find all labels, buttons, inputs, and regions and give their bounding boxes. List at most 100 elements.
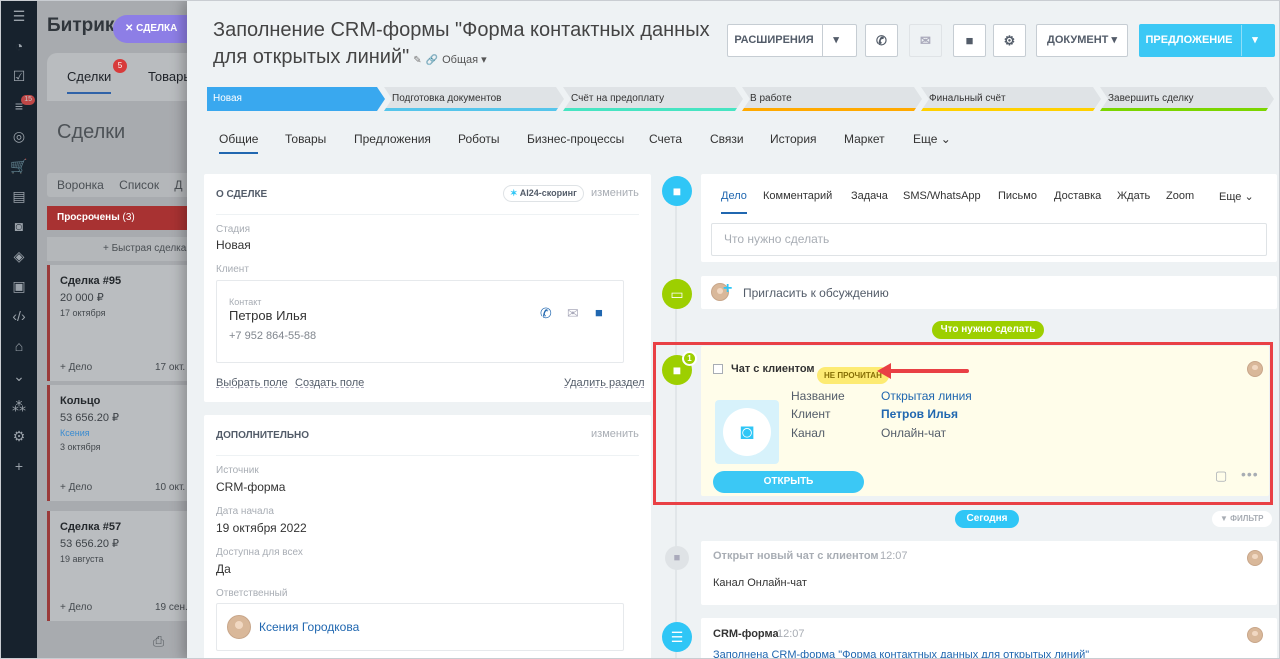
start-date-value[interactable]: 19 октября 2022 [216, 521, 307, 535]
stage-prepay[interactable]: Счёт на предоплату [563, 87, 743, 111]
event-link[interactable]: Заполнена CRM-форма "Форма контактных да… [713, 649, 1089, 658]
robot-icon[interactable]: ◙ [1, 211, 37, 241]
chevron-circle-icon[interactable]: ⌄ [1, 361, 37, 391]
mail-button[interactable]: ✉ [909, 24, 942, 57]
tab-comment[interactable]: Комментарий [763, 190, 832, 202]
tab-sms[interactable]: SMS/WhatsApp [903, 190, 981, 202]
tab-delivery[interactable]: Доставка [1054, 190, 1101, 202]
chat-button[interactable]: ■ [953, 24, 986, 57]
plus-icon[interactable]: + [723, 280, 732, 298]
contacts-icon[interactable]: ▤ [1, 181, 37, 211]
chevron-down-icon[interactable]: ▾ [821, 25, 850, 56]
menu-icon[interactable]: ☰ [1, 1, 37, 31]
plus-icon[interactable]: + [1, 451, 37, 481]
ai-scoring-button[interactable]: ✶ AI24-скоринг [503, 185, 584, 202]
avatar[interactable] [227, 615, 251, 639]
activity-editor: Дело Комментарий Задача SMS/WhatsApp Пис… [701, 174, 1277, 262]
quick-deal-button[interactable]: + Быстрая сделка [47, 237, 197, 261]
client-value[interactable]: Петров Илья [881, 407, 958, 421]
box-icon[interactable]: ▣ [1, 271, 37, 301]
about-edit-link[interactable]: изменить [591, 187, 639, 199]
delete-section-link[interactable]: Удалить раздел [564, 377, 645, 389]
tab-general[interactable]: Общие [219, 132, 259, 154]
open-chat-button[interactable]: ОТКРЫТЬ [713, 471, 864, 493]
tab-task[interactable]: Задача [851, 190, 888, 202]
avatar[interactable] [1247, 361, 1263, 377]
offer-button[interactable]: ПРЕДЛОЖЕНИЕ ▾ [1139, 24, 1275, 57]
name-value[interactable]: Открытая линия [881, 389, 972, 403]
link-icon[interactable]: 🔗 [426, 55, 438, 66]
tab-more[interactable]: Еще ⌄ [1219, 190, 1254, 203]
deal-card-add[interactable]: + Дело [60, 360, 92, 376]
tab-market[interactable]: Маркет [844, 132, 885, 146]
stage-docs[interactable]: Подготовка документов [384, 87, 564, 111]
note-icon[interactable]: ▢ [1215, 468, 1227, 484]
store-icon[interactable]: ⌂ [1, 331, 37, 361]
deal-card[interactable]: Кольцо 53 656.20 ₽ Ксения 3 октября + Де… [47, 385, 197, 501]
extensions-button[interactable]: РАСШИРЕНИЯ ▾ [727, 24, 857, 57]
tab-business-processes[interactable]: Бизнес-процессы [527, 132, 624, 146]
tab-robots[interactable]: Роботы [458, 132, 500, 146]
document-button[interactable]: ДОКУМЕНТ ▾ [1036, 24, 1128, 57]
avatar[interactable] [1247, 550, 1263, 566]
responsible-name[interactable]: Ксения Городкова [259, 620, 359, 634]
tab-zoom[interactable]: Zoom [1166, 190, 1194, 202]
chat-title[interactable]: Чат с клиентом [731, 363, 815, 375]
stage-new[interactable]: Новая [207, 87, 385, 111]
tasks-icon[interactable]: ☑ [1, 61, 37, 91]
tab-email[interactable]: Письмо [998, 190, 1037, 202]
more-icon[interactable]: ••• [1241, 466, 1259, 482]
tab-more[interactable]: Еще ⌄ [913, 132, 951, 146]
additional-edit-link[interactable]: изменить [591, 428, 639, 440]
contact-name[interactable]: Петров Илья [229, 308, 307, 323]
settings-icon[interactable]: ⚙ [1, 421, 37, 451]
chat-icon[interactable]: ■ [595, 305, 603, 320]
tab-links[interactable]: Связи [710, 132, 744, 146]
tab-history[interactable]: История [770, 132, 817, 146]
contact-phone[interactable]: +7 952 864-55-88 [229, 330, 316, 342]
pencil-icon[interactable]: ✎ [413, 55, 421, 66]
invite-row[interactable]: + Пригласить к обсуждению [701, 276, 1277, 309]
tab-wait[interactable]: Ждать [1117, 190, 1150, 202]
phone-button[interactable]: ✆ [865, 24, 898, 57]
phone-icon[interactable]: ✆ [540, 305, 552, 322]
deal-card-add[interactable]: + Дело [60, 600, 92, 616]
tab-products[interactable]: Товары [285, 132, 326, 146]
deal-card[interactable]: Сделка #95 20 000 ₽ 17 октября + Дело 17… [47, 265, 197, 381]
filter-button[interactable]: ▼ ФИЛЬТР [1212, 511, 1272, 527]
deal-card-add[interactable]: + Дело [60, 480, 92, 496]
deal-card-contact[interactable]: Ксения [60, 427, 187, 441]
stage-final-invoice[interactable]: Финальный счёт [921, 87, 1101, 111]
deal-card[interactable]: Сделка #57 53 656.20 ₽ 19 августа + Дело… [47, 511, 197, 621]
stage-label: Финальный счёт [929, 93, 1006, 104]
cart-icon[interactable]: 🛒 [1, 151, 37, 181]
pulse-icon[interactable]: ◔ [1, 31, 37, 61]
stack-icon[interactable]: ◈ [1, 241, 37, 271]
filter-icon[interactable]: ≡ 15 [1, 91, 37, 121]
source-value[interactable]: CRM-форма [216, 480, 285, 494]
stage-field-value[interactable]: Новая [216, 238, 251, 252]
create-field-link[interactable]: Создать поле [295, 377, 364, 389]
category-select[interactable]: Общая ▾ [442, 54, 487, 66]
available-value[interactable]: Да [216, 562, 231, 576]
tab-deals[interactable]: Сделки [67, 69, 112, 94]
avatar[interactable] [1247, 627, 1263, 643]
view-switcher[interactable]: Воронка Список Д [47, 173, 197, 197]
done-checkbox[interactable] [713, 364, 723, 374]
chevron-down-icon[interactable]: ▾ [1240, 25, 1269, 56]
sitemap-icon[interactable]: ⁂ [1, 391, 37, 421]
target-icon[interactable]: ◎ [1, 121, 37, 151]
select-field-link[interactable]: Выбрать поле [216, 377, 288, 389]
tab-invoices[interactable]: Счета [649, 132, 682, 146]
todo-input[interactable]: Что нужно сделать [711, 223, 1267, 256]
tab-deal-activity[interactable]: Дело [721, 190, 747, 214]
stage-in-work[interactable]: В работе [742, 87, 922, 111]
stage-finish[interactable]: Завершить сделку [1100, 87, 1274, 111]
tab-offers[interactable]: Предложения [354, 132, 431, 146]
print-icon[interactable]: ⎙ [153, 633, 164, 650]
open-lines-logo: ◙ [715, 400, 779, 464]
settings-button[interactable]: ⚙ [993, 24, 1026, 57]
code-icon[interactable]: ‹/› [1, 301, 37, 331]
todo-pill: Что нужно сделать [932, 321, 1044, 339]
mail-icon[interactable]: ✉ [567, 305, 579, 322]
